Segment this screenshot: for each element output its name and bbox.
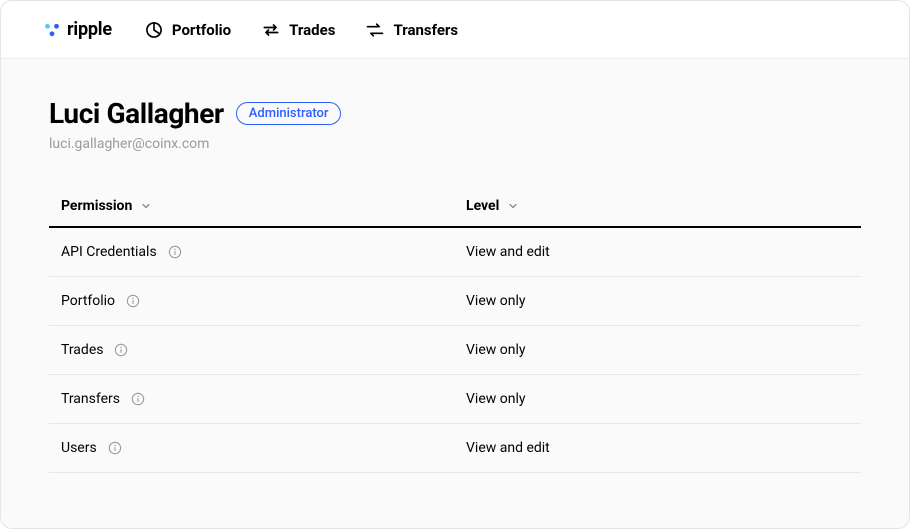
portfolio-icon: [144, 20, 164, 40]
content: Luci Gallagher Administrator luci.gallag…: [1, 59, 909, 528]
chevron-down-icon: [507, 200, 519, 212]
column-header-level[interactable]: Level: [466, 198, 861, 214]
table-row: Users View and edit: [49, 424, 861, 473]
main-nav: Portfolio Trades Trans: [144, 20, 458, 40]
permission-name: Users: [61, 440, 97, 456]
permission-name: Trades: [61, 342, 103, 358]
table-row: API Credentials View and edit: [49, 228, 861, 277]
table-header-row: Permission Level: [49, 186, 861, 228]
ripple-logo-icon: [43, 21, 61, 39]
info-icon[interactable]: [125, 293, 141, 309]
info-icon[interactable]: [167, 244, 183, 260]
nav-item-transfers[interactable]: Transfers: [365, 20, 458, 40]
user-email: luci.gallagher@coinx.com: [49, 136, 861, 152]
table-row: Transfers View only: [49, 375, 861, 424]
nav-label: Transfers: [393, 21, 458, 39]
permission-name: Portfolio: [61, 293, 115, 309]
permission-cell: Transfers: [61, 391, 466, 407]
table-row: Trades View only: [49, 326, 861, 375]
level-cell: View and edit: [466, 244, 861, 260]
level-cell: View and edit: [466, 440, 861, 456]
column-header-label: Level: [466, 198, 499, 214]
transfers-icon: [365, 20, 385, 40]
table-body: API Credentials View and edit Portfolio Vie…: [49, 228, 861, 473]
brand[interactable]: ripple: [43, 19, 112, 40]
chevron-down-icon: [140, 200, 152, 212]
level-cell: View only: [466, 293, 861, 309]
level-cell: View only: [466, 391, 861, 407]
permission-cell: API Credentials: [61, 244, 466, 260]
nav-item-portfolio[interactable]: Portfolio: [144, 20, 231, 40]
column-header-label: Permission: [61, 198, 132, 214]
info-icon[interactable]: [107, 440, 123, 456]
topbar: ripple Portfolio Tr: [1, 1, 909, 59]
nav-item-trades[interactable]: Trades: [261, 20, 335, 40]
level-cell: View only: [466, 342, 861, 358]
permission-cell: Trades: [61, 342, 466, 358]
page-title: Luci Gallagher: [49, 97, 224, 130]
permission-name: Transfers: [61, 391, 120, 407]
brand-name: ripple: [67, 19, 112, 40]
title-row: Luci Gallagher Administrator: [49, 97, 861, 130]
info-icon[interactable]: [130, 391, 146, 407]
table-row: Portfolio View only: [49, 277, 861, 326]
app-frame: ripple Portfolio Tr: [0, 0, 910, 529]
permission-name: API Credentials: [61, 244, 157, 260]
nav-label: Portfolio: [172, 21, 231, 39]
trades-icon: [261, 20, 281, 40]
column-header-permission[interactable]: Permission: [61, 198, 466, 214]
permission-cell: Portfolio: [61, 293, 466, 309]
permissions-table: Permission Level API Credentials View and…: [49, 186, 861, 473]
info-icon[interactable]: [113, 342, 129, 358]
nav-label: Trades: [289, 21, 335, 39]
permission-cell: Users: [61, 440, 466, 456]
role-badge: Administrator: [236, 102, 342, 125]
